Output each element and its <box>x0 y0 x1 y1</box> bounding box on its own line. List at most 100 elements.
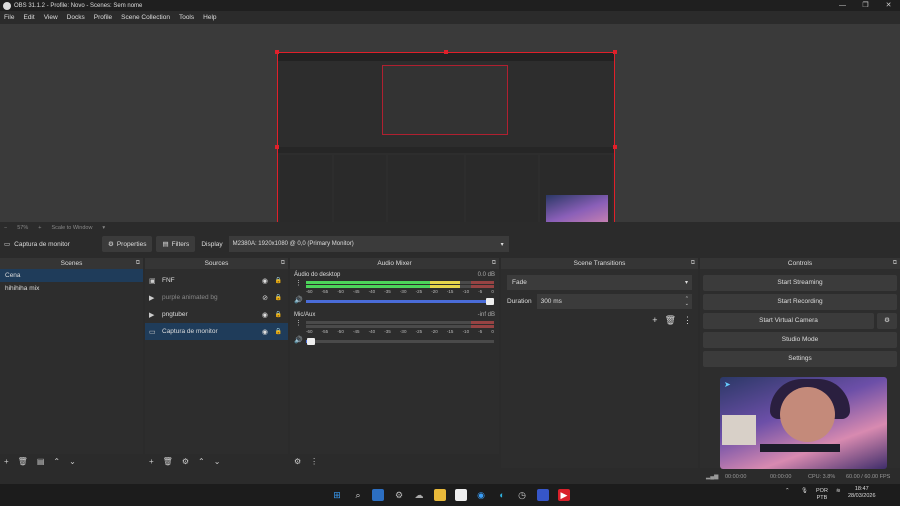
add-icon[interactable]: + <box>4 457 9 466</box>
close-button[interactable]: ✕ <box>877 0 900 11</box>
resize-handle-r[interactable] <box>613 145 617 149</box>
volume-knob[interactable] <box>486 298 494 305</box>
start-virtual-camera-button[interactable]: Start Virtual Camera <box>703 313 874 329</box>
advanced-audio-icon[interactable]: ⚙ <box>294 457 301 466</box>
microphone-icon[interactable]: 🎙 <box>801 488 808 495</box>
meter-tick: -25 <box>415 289 423 294</box>
trash-icon[interactable]: 🗑 <box>665 315 676 326</box>
sources-toolbar: + 🗑 ⚙ ⌃ ⌄ <box>145 454 288 468</box>
source-label: pngtuber <box>162 311 188 318</box>
resize-handle-t[interactable] <box>444 50 448 54</box>
properties-button[interactable]: ⚙ Properties <box>102 236 153 252</box>
scene-item[interactable]: Cena <box>0 269 143 282</box>
zoom-out-button[interactable]: − <box>4 225 7 231</box>
zoom-mode[interactable]: Scale to Window <box>51 225 92 231</box>
source-item[interactable]: ▭ Captura de monitor ◉ 🔒 <box>145 323 288 340</box>
clock[interactable]: 18:47 28/03/2026 <box>848 486 876 500</box>
volume-knob[interactable] <box>307 338 316 345</box>
trash-icon[interactable]: 🗑 <box>163 457 173 466</box>
volume-slider[interactable] <box>306 338 494 345</box>
start-recording-button[interactable]: Start Recording <box>703 294 897 310</box>
language-indicator[interactable]: POR PTB <box>816 488 828 502</box>
duration-input[interactable]: 300 ms ⌃ ⌄ <box>536 294 692 309</box>
volume-slider[interactable] <box>306 298 494 305</box>
menu-dots-icon[interactable]: ⋮ <box>295 279 302 287</box>
menu-edit[interactable]: Edit <box>23 14 34 21</box>
minimize-button[interactable]: — <box>831 0 854 11</box>
menu-dots-icon[interactable]: ⋮ <box>295 319 302 327</box>
globe-icon[interactable]: ◉ <box>475 489 487 501</box>
undock-icon[interactable]: ⧉ <box>893 258 897 269</box>
start-streaming-button[interactable]: Start Streaming <box>703 275 897 291</box>
speaker-icon[interactable]: 🔊 <box>294 296 303 304</box>
channel-name: Áudio do desktop <box>294 272 341 278</box>
settings-app-icon[interactable]: ⚙ <box>393 489 405 501</box>
file-explorer-icon[interactable] <box>434 489 446 501</box>
lock-icon[interactable]: 🔒 <box>275 328 282 335</box>
menu-dots-icon[interactable]: ⋮ <box>683 315 692 326</box>
undock-icon[interactable]: ⧉ <box>492 258 496 269</box>
speaker-icon[interactable]: 🔊 <box>294 336 303 344</box>
eye-off-icon[interactable]: ⊘ <box>262 294 268 302</box>
chevron-up-icon[interactable]: ⌃ <box>785 488 790 495</box>
cloud-icon[interactable]: ☁ <box>413 489 425 501</box>
source-item[interactable]: ▶ purple animated bg ⊘ 🔒 <box>145 289 288 306</box>
resize-handle-tl[interactable] <box>275 50 279 54</box>
virtual-camera-settings-button[interactable]: ⚙ <box>877 313 897 329</box>
meter-tick: -60 <box>306 289 313 294</box>
arrow-down-icon[interactable]: ⌄ <box>69 457 76 466</box>
gallery-icon[interactable] <box>372 489 384 501</box>
add-icon[interactable]: + <box>149 457 154 466</box>
arrow-up-icon[interactable]: ⌃ <box>53 457 60 466</box>
eye-icon[interactable]: ◉ <box>262 277 268 285</box>
studio-mode-button[interactable]: Studio Mode <box>703 332 897 348</box>
undock-icon[interactable]: ⧉ <box>281 258 285 269</box>
menu-dots-icon[interactable]: ⋮ <box>310 457 318 466</box>
windows-start-icon[interactable]: ⊞ <box>331 489 343 501</box>
menu-docks[interactable]: Docks <box>67 14 85 21</box>
eye-icon[interactable]: ◉ <box>262 328 268 336</box>
trash-icon[interactable]: 🗑 <box>18 457 28 466</box>
menu-view[interactable]: View <box>44 14 58 21</box>
arrow-down-icon[interactable]: ⌄ <box>214 457 221 466</box>
menu-scene-collection[interactable]: Scene Collection <box>121 14 170 21</box>
zoom-in-button[interactable]: + <box>38 225 41 231</box>
filter-icon[interactable]: ▤ <box>37 457 45 466</box>
spin-arrows-icon[interactable]: ⌃ ⌄ <box>685 296 689 307</box>
clock-app-icon[interactable]: ◷ <box>516 489 528 501</box>
chevron-down-icon[interactable]: ▾ <box>102 225 105 231</box>
maximize-button[interactable]: ❐ <box>854 0 877 11</box>
lock-icon[interactable]: 🔒 <box>275 277 282 284</box>
settings-button[interactable]: Settings <box>703 351 897 367</box>
search-icon[interactable]: ⌕ <box>352 489 364 501</box>
gear-icon[interactable]: ⚙ <box>182 457 189 466</box>
source-item[interactable]: ▣ FNF ◉ 🔒 <box>145 272 288 289</box>
transition-select[interactable]: Fade ▾ <box>507 275 692 290</box>
preview-area[interactable] <box>0 24 900 244</box>
menu-file[interactable]: File <box>4 14 14 21</box>
scene-item[interactable]: hihihiha mix <box>0 282 143 295</box>
undock-icon[interactable]: ⧉ <box>136 258 140 269</box>
lock-icon[interactable]: 🔒 <box>275 311 282 318</box>
meter-tick: -15 <box>446 289 454 294</box>
wifi-icon[interactable]: ≋ <box>836 488 841 495</box>
arrow-up-icon[interactable]: ⌃ <box>198 457 205 466</box>
edge-icon[interactable]: ◐ <box>496 489 508 501</box>
source-item[interactable]: ▶ pngtuber ◉ 🔒 <box>145 306 288 323</box>
eye-icon[interactable]: ◉ <box>262 311 268 319</box>
lock-icon[interactable]: 🔒 <box>275 294 282 301</box>
filters-button[interactable]: ▤ Filters <box>156 236 196 252</box>
youtube-icon[interactable]: ▶ <box>558 489 570 501</box>
menu-tools[interactable]: Tools <box>179 14 194 21</box>
obs-taskbar-icon[interactable] <box>537 489 549 501</box>
resize-handle-l[interactable] <box>275 145 279 149</box>
store-icon[interactable] <box>455 489 467 501</box>
preview-canvas[interactable] <box>277 52 615 242</box>
resize-handle-tr[interactable] <box>613 50 617 54</box>
menu-profile[interactable]: Profile <box>94 14 112 21</box>
display-select[interactable]: M2380A: 1920x1080 @ 0,0 (Primary Monitor… <box>228 236 509 252</box>
menu-help[interactable]: Help <box>203 14 216 21</box>
filter-icon: ▤ <box>162 241 169 248</box>
undock-icon[interactable]: ⧉ <box>691 258 695 269</box>
add-icon[interactable]: + <box>652 315 657 326</box>
